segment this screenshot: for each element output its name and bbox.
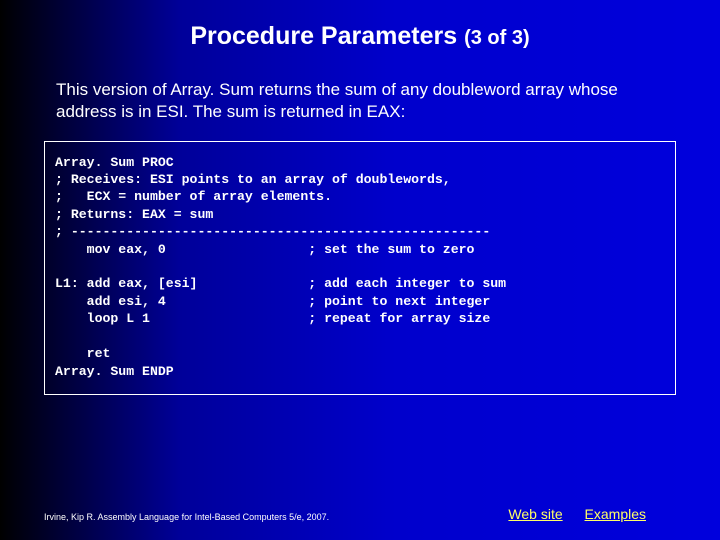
web-site-link[interactable]: Web site: [508, 506, 562, 522]
footer: Irvine, Kip R. Assembly Language for Int…: [44, 506, 676, 522]
footer-links: Web site Examples: [490, 506, 676, 522]
examples-link[interactable]: Examples: [585, 506, 646, 522]
code-box: Array. Sum PROC ; Receives: ESI points t…: [44, 141, 676, 395]
title-sub: (3 of 3): [464, 27, 530, 49]
slide-title: Procedure Parameters (3 of 3): [0, 0, 720, 51]
credit-text: Irvine, Kip R. Assembly Language for Int…: [44, 512, 329, 522]
description-text: This version of Array. Sum returns the s…: [56, 79, 664, 123]
code-listing: Array. Sum PROC ; Receives: ESI points t…: [55, 154, 665, 380]
title-main: Procedure Parameters: [190, 22, 457, 50]
